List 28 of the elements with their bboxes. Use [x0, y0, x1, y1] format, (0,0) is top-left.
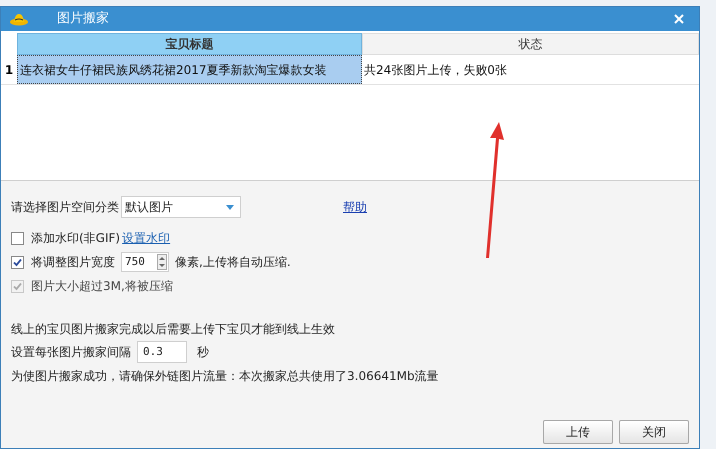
- table-cell-text: 共24张图片上传，失败0张: [363, 62, 508, 78]
- watermark-settings-link[interactable]: 设置水印: [122, 229, 170, 247]
- width-spinner[interactable]: 750: [121, 252, 169, 272]
- dropdown-caret-icon: [226, 204, 234, 210]
- table-cell: 连衣裙女牛仔裙民族风绣花裙2017夏季新款淘宝爆款女装: [17, 55, 362, 84]
- column-header[interactable]: 状态: [362, 33, 699, 55]
- spinner-arrows-icon: [157, 254, 167, 270]
- interval-unit: 秒: [197, 344, 209, 361]
- interval-label: 设置每张图片搬家间隔: [11, 344, 131, 361]
- option-label: 将调整图片宽度: [31, 254, 115, 271]
- option-label: 添加水印(非GIF): [31, 230, 120, 247]
- help-link[interactable]: 帮助: [343, 198, 367, 216]
- interval-field[interactable]: 0.3: [137, 341, 187, 363]
- notice-text: 线上的宝贝图片搬家完成以后需要上传下宝贝才能到线上生效: [11, 321, 336, 338]
- dialog-button[interactable]: 关闭: [619, 420, 689, 444]
- window-title: 图片搬家: [57, 10, 109, 28]
- usage-text: 为使图片搬家成功，请确保外链图片流量：本次搬家总共使用了3.06641Mb流量: [11, 368, 440, 385]
- row-number: 1: [4, 62, 14, 78]
- option-label: 图片大小超过3M,将被压缩: [31, 278, 173, 295]
- column-header[interactable]: 宝贝标题: [17, 33, 362, 55]
- hat-logo-icon: [9, 12, 29, 26]
- close-icon: [674, 14, 684, 24]
- width-suffix: 像素,上传将自动压缩.: [175, 254, 291, 271]
- checkbox[interactable]: [11, 256, 24, 268]
- category-label: 请选择图片空间分类: [11, 199, 119, 216]
- checkbox[interactable]: [11, 232, 24, 244]
- dialog-button[interactable]: 上传: [543, 420, 613, 444]
- category-dropdown[interactable]: 默认图片: [121, 196, 241, 218]
